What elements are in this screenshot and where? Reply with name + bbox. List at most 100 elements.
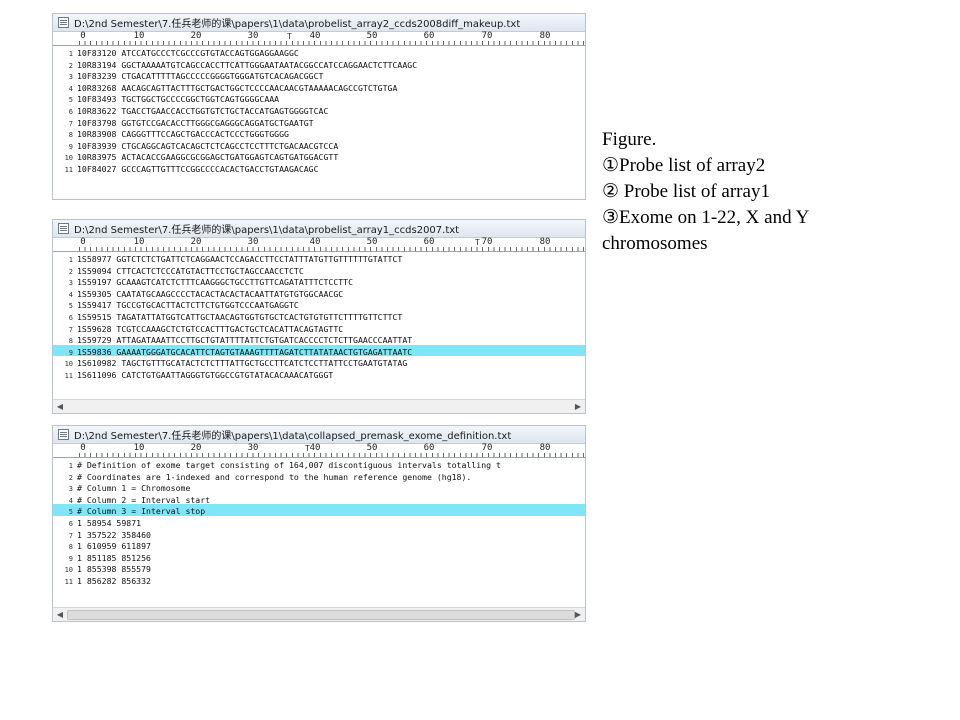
text-line[interactable]: 4 # Column 2 = Interval start	[53, 493, 585, 505]
scroll-left-icon[interactable]: ◀	[55, 402, 65, 411]
text-line[interactable]: 8 1S59729 ATTAGATAAATTCCTTGCTGTATTTTATTCT…	[53, 333, 585, 345]
line-text: # Column 2 = Interval start	[77, 494, 211, 505]
text-line-selected[interactable]: 9 1S59836 GAAAATGGGATGCACATTCTAGTGTAAAGTT…	[53, 344, 585, 357]
line-text: 1 610959 611897	[77, 541, 151, 552]
scrollbar-thumb[interactable]	[67, 610, 575, 620]
text-area[interactable]: 1 10F83120 ATCCATGCCCTCGCCCGTGTACCAGTGGAG…	[53, 46, 585, 174]
text-line[interactable]: 3 # Column 1 = Chromosome	[53, 481, 585, 493]
ruler-caret-marker: T	[305, 444, 310, 453]
ruler-tick: 50	[366, 31, 378, 41]
editor-window-array1[interactable]: D:\2nd Semester\7.任兵老师的课\papers\1\data\p…	[52, 219, 586, 414]
line-text: # Column 1 = Chromosome	[77, 483, 191, 494]
column-ruler: 0 10 20 30 40 50 60 70 80 T	[53, 444, 585, 458]
line-text: 10F83120 ATCCATGCCCTCGCCCGTGTACCAGTGGAGG…	[77, 48, 299, 58]
line-text: 1S59094 CTTCACTCTCCCATGTACTTCCTGCTAGCCAA…	[77, 265, 304, 276]
line-text: 1S59628 TCGTCCAAAGCTCTGTCCACTTTGACTGCTCA…	[77, 323, 344, 334]
line-text: 1 856282 856332	[77, 575, 151, 586]
line-text: 1S59417 TGCCGTGCACTTACTCTTCTGTGGTCCCAATG…	[77, 300, 299, 311]
column-ruler: 0 10 20 30 40 50 60 70 80 T	[53, 32, 585, 46]
text-line[interactable]: 5 10F83493 TGCTGGCTGCCCCGGCTGGTCAGTGGGGCA…	[53, 92, 585, 104]
line-text: # Column 3 = Interval stop	[77, 506, 206, 517]
text-line[interactable]: 3 10F83239 CTGACATTTTTAGCCCCCGGGGTGGGATGT…	[53, 69, 585, 81]
scroll-left-icon[interactable]: ◀	[55, 610, 65, 619]
text-line-selected[interactable]: 5 # Column 3 = Interval stop	[53, 504, 585, 516]
document-icon	[58, 17, 69, 28]
line-text: 1S59305 CAATATGCAAGCCCCTACACTACACTACAATT…	[77, 288, 344, 299]
ruler-tick: 0	[80, 443, 86, 453]
ruler-tick: 80	[539, 237, 551, 247]
window-titlebar[interactable]: D:\2nd Semester\7.任兵老师的课\papers\1\data\p…	[53, 14, 585, 32]
scroll-right-icon[interactable]: ▶	[573, 402, 583, 411]
caption-line: ①Probe list of array2	[602, 155, 766, 176]
line-text: 1S610982 TAGCTGTTTGCATACTCTCTTTATTGCTGCC…	[77, 358, 408, 369]
ruler-tick: 50	[366, 237, 378, 247]
line-text: 1S59197 GCAAAGTCATCTCTTTCAAGGGCTGCCTTGTT…	[77, 277, 354, 288]
text-line[interactable]: 7 10F83798 GGTGTCCGACACCTTGGGCGAGGGCAGGAT…	[53, 116, 585, 128]
text-line[interactable]: 10 1 855398 855579	[53, 562, 585, 574]
caption-line: ③Exome on 1-22, X and Y	[602, 207, 810, 228]
text-line[interactable]: 11 10F84027 GCCCAGTTGTTTCCGGCCCCACACTGACC…	[53, 162, 585, 174]
text-line[interactable]: 1 1S58977 GGTCTCTCTGATTCTCAGGAACTCCAGACCT…	[53, 252, 585, 264]
window-titlebar[interactable]: D:\2nd Semester\7.任兵老师的课\papers\1\data\c…	[53, 426, 585, 444]
line-text: 1S58977 GGTCTCTCTGATTCTCAGGAACTCCAGACCTT…	[77, 254, 403, 264]
line-text: # Definition of exome target consisting …	[77, 460, 501, 470]
line-text: 10R83975 ACTACACCGAAGGCGCGGAGCTGATGGAGTC…	[77, 152, 339, 163]
text-line[interactable]: 4 1S59305 CAATATGCAAGCCCCTACACTACACTACAAT…	[53, 287, 585, 299]
ruler-tick: 20	[190, 443, 202, 453]
line-text: 10F83493 TGCTGGCTGCCCCGGCTGGTCAGTGGGGCAA…	[77, 94, 280, 105]
horizontal-scrollbar[interactable]: ◀ ▶	[53, 607, 585, 621]
line-text: 1 58954 59871	[77, 517, 142, 528]
text-line[interactable]: 3 1S59197 GCAAAGTCATCTCTTTCAAGGGCTGCCTTGT…	[53, 275, 585, 287]
editor-window-exome[interactable]: D:\2nd Semester\7.任兵老师的课\papers\1\data\c…	[52, 425, 586, 622]
ruler-tick: 40	[309, 443, 321, 453]
text-line[interactable]: 71 357522 358460	[53, 528, 585, 540]
ruler-tick: 70	[481, 443, 493, 453]
ruler-ticks	[79, 247, 585, 251]
ruler-ticks	[79, 453, 585, 457]
ruler-tick: 0	[80, 237, 86, 247]
ruler-tick: 0	[80, 31, 86, 41]
text-line[interactable]: 11 1 856282 856332	[53, 574, 585, 586]
line-text: 1 855398 855579	[77, 564, 151, 575]
text-line[interactable]: 2 # Coordinates are 1-indexed and corresp…	[53, 470, 585, 482]
text-line[interactable]: 5 1S59417 TGCCGTGCACTTACTCTTCTGTGGTCCCAAT…	[53, 298, 585, 310]
text-line[interactable]: 11 1S611096 CATCTGTGAATTAGGGTGTGGCCGTGTAT…	[53, 368, 585, 380]
window-titlebar[interactable]: D:\2nd Semester\7.任兵老师的课\papers\1\data\p…	[53, 220, 585, 238]
text-line[interactable]: 1 # Definition of exome target consisting…	[53, 458, 585, 470]
text-line[interactable]: 61 58954 59871	[53, 516, 585, 528]
line-text: 10F83798 GGTGTCCGACACCTTGGGCGAGGGCAGGATG…	[77, 117, 314, 128]
editor-window-array2[interactable]: D:\2nd Semester\7.任兵老师的课\papers\1\data\p…	[52, 13, 586, 200]
line-text: 10F83239 CTGACATTTTTAGCCCCCGGGGTGGGATGTC…	[77, 71, 324, 82]
text-line[interactable]: 6 1S59515 TAGATATTATGGTCATTGCTAACAGTGGTGT…	[53, 310, 585, 322]
horizontal-scrollbar[interactable]: ◀ ▶	[53, 399, 585, 413]
line-text: # Coordinates are 1-indexed and correspo…	[77, 471, 472, 482]
ruler-tick: 80	[539, 31, 551, 41]
text-line[interactable]: 81 610959 611897	[53, 539, 585, 551]
text-line[interactable]: 2 1S59094 CTTCACTCTCCCATGTACTTCCTGCTAGCCA…	[53, 264, 585, 276]
line-text: 10F84027 GCCCAGTTGTTTCCGGCCCCACACTGACCTG…	[77, 163, 319, 174]
text-line[interactable]: 2 10R83194 GGCTAAAAATGTCAGCCACCTTCATTGGGA…	[53, 58, 585, 70]
text-area[interactable]: 1 # Definition of exome target consisting…	[53, 458, 585, 586]
text-line[interactable]: 10 1S610982 TAGCTGTTTGCATACTCTCTTTATTGCTG…	[53, 356, 585, 368]
text-line[interactable]: 9 10F83939 CTGCAGGCAGTCACAGCTCTCAGCCTCCTT…	[53, 139, 585, 151]
text-line[interactable]: 91 851185 851256	[53, 551, 585, 563]
text-line[interactable]: 7 1S59628 TCGTCCAAAGCTCTGTCCACTTTGACTGCTC…	[53, 322, 585, 334]
window-title: D:\2nd Semester\7.任兵老师的课\papers\1\data\p…	[74, 225, 460, 236]
text-line[interactable]: 1 10F83120 ATCCATGCCCTCGCCCGTGTACCAGTGGAG…	[53, 46, 585, 58]
figure-caption: Figure. ①Probe list of array2 ② Probe li…	[602, 127, 932, 257]
scroll-right-icon[interactable]: ▶	[573, 610, 583, 619]
text-line[interactable]: 10 10R83975 ACTACACCGAAGGCGCGGAGCTGATGGAG…	[53, 150, 585, 162]
line-number: 11	[64, 577, 73, 586]
ruler-tick: 60	[423, 443, 435, 453]
line-text: 10F83939 CTGCAGGCAGTCACAGCTCTCAGCCTCCTTT…	[77, 140, 339, 151]
text-line[interactable]: 6 10R83622 TGACCTGAACCACCTGGTGTCTGCTACCAT…	[53, 104, 585, 116]
ruler-tick: 40	[309, 31, 321, 41]
ruler-caret-marker: T	[475, 238, 480, 247]
ruler-tick: 10	[133, 237, 145, 247]
ruler-tick: 70	[481, 237, 493, 247]
ruler-tick: 10	[133, 443, 145, 453]
text-line[interactable]: 4 10R83268 AACAGCAGTTACTTTGCTGACTGGCTCCCC…	[53, 81, 585, 93]
text-line[interactable]: 8 10R83908 CAGGGTTTCCAGCTGACCCACTCCCTGGGT…	[53, 127, 585, 139]
text-area[interactable]: 1 1S58977 GGTCTCTCTGATTCTCAGGAACTCCAGACCT…	[53, 252, 585, 380]
column-ruler: 0 10 20 30 40 50 60 70 80 T	[53, 238, 585, 252]
